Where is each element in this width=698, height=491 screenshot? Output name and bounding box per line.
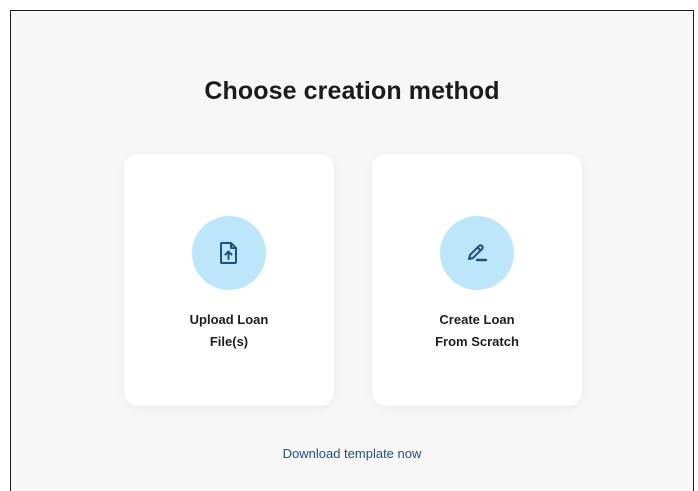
upload-loan-files-card[interactable]: Upload Loan File(s) (124, 154, 334, 406)
upload-loan-files-label: Upload Loan File(s) (124, 309, 334, 353)
create-label-line2: From Scratch (435, 334, 519, 349)
create-loan-from-scratch-label: Create Loan From Scratch (372, 309, 582, 353)
create-label-line1: Create Loan (439, 312, 515, 327)
upload-label-line1: Upload Loan (189, 312, 269, 327)
create-icon-badge (440, 216, 514, 290)
create-loan-from-scratch-card[interactable]: Create Loan From Scratch (372, 154, 582, 406)
page-title: Choose creation method (204, 77, 500, 105)
download-template-link[interactable]: Download template now (11, 446, 693, 461)
upload-icon-badge (192, 216, 266, 290)
upload-label-line2: File(s) (209, 334, 249, 349)
creation-method-panel: Choose creation method Upload Loan File(… (10, 10, 694, 491)
file-upload-icon (220, 242, 237, 264)
pen-edit-icon (468, 244, 488, 262)
